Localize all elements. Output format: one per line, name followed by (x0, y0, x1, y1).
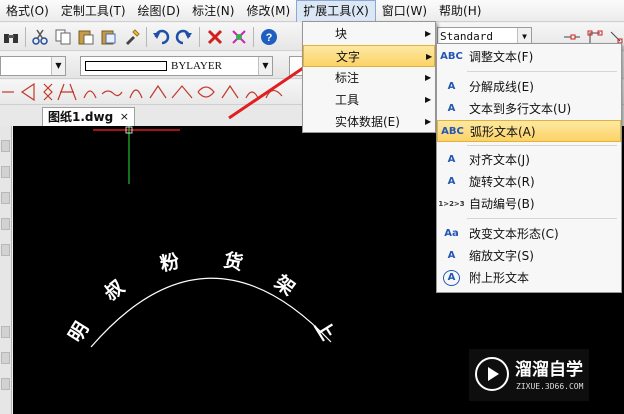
scale-text-icon: A (447, 250, 456, 261)
draw-tool-icons (2, 82, 283, 102)
menu-item-rotate-text[interactable]: A 旋转文本(R) (437, 171, 621, 193)
binoculars-icon[interactable] (1, 27, 21, 47)
svg-text:?: ? (266, 32, 273, 44)
close-icon[interactable]: × (120, 108, 129, 126)
rotate-text-icon: A (447, 176, 456, 187)
chevron-right-icon: ▶ (425, 95, 432, 104)
menu-window[interactable]: 窗口(W) (376, 0, 433, 22)
chevron-right-icon: ▶ (426, 52, 433, 61)
text-arc (90, 277, 332, 348)
help-icon[interactable]: ? (259, 27, 279, 47)
auto-number-icon: 1>2>3 (438, 200, 465, 208)
menu-item-scale-text[interactable]: A 缩放文字(S) (437, 245, 621, 267)
menu-draw[interactable]: 绘图(D) (132, 0, 187, 22)
match-properties-icon[interactable] (122, 27, 142, 47)
erase-icon[interactable] (205, 27, 225, 47)
play-logo-icon (475, 357, 509, 391)
arc-text-icon: ABC (441, 126, 464, 137)
menu-item-tools[interactable]: 工具 ▶ (303, 89, 435, 111)
menu-item-text[interactable]: 文字 ▶ (303, 45, 435, 67)
chevron-down-icon[interactable]: ▼ (51, 57, 65, 75)
watermark-url: ZIXUE.3D66.COM (516, 382, 584, 391)
copy-icon[interactable] (53, 27, 73, 47)
redo-icon[interactable] (174, 27, 194, 47)
chevron-right-icon: ▶ (425, 29, 432, 38)
menu-format[interactable]: 格式(O) (0, 0, 55, 22)
undo-icon[interactable] (151, 27, 171, 47)
text-style-value: Standard (440, 30, 493, 43)
chevron-down-icon[interactable]: ▼ (258, 57, 272, 75)
menu-item-align-text[interactable]: A 对齐文本(J) (437, 149, 621, 171)
menu-dimension[interactable]: 标注(N) (186, 0, 240, 22)
text-explode-icon: A (447, 81, 456, 92)
text-submenu: ABC 调整文本(F) A 分解成线(E) A 文本到多行文本(U) ABC 弧… (436, 43, 622, 293)
menu-extend-tools[interactable]: 扩展工具(X) (296, 0, 376, 22)
mtext-icon: A (447, 103, 456, 114)
purge-icon[interactable] (229, 27, 249, 47)
abc-icon: ABC (440, 51, 463, 62)
menu-item-attach-shape-text[interactable]: A 附上形文本 (437, 267, 621, 289)
cut-icon[interactable] (30, 27, 50, 47)
left-side-panel (0, 126, 12, 414)
menu-item-dimension[interactable]: 标注 ▶ (303, 67, 435, 89)
watermark: 溜溜自学 ZIXUE.3D66.COM (469, 349, 589, 401)
menu-item-block[interactable]: 块 ▶ (303, 23, 435, 45)
paste-special-icon[interactable] (99, 27, 119, 47)
chevron-right-icon: ▶ (425, 73, 432, 82)
menu-custom-tools[interactable]: 定制工具(T) (55, 0, 132, 22)
watermark-title: 溜溜自学 (515, 360, 583, 380)
menu-item-text-to-mtext[interactable]: A 文本到多行文本(U) (437, 98, 621, 120)
menu-item-auto-number[interactable]: 1>2>3 自动编号(B) (437, 193, 621, 215)
tab-drawing[interactable]: 图纸1.dwg × (42, 107, 135, 126)
linetype-combo[interactable]: BYLAYER ▼ (80, 56, 273, 76)
menu-item-adjust-text[interactable]: ABC 调整文本(F) (437, 46, 621, 68)
linetype-value: BYLAYER (171, 60, 222, 72)
menu-item-change-case[interactable]: Aa 改变文本形态(C) (437, 223, 621, 245)
menubar: 格式(O) 定制工具(T) 绘图(D) 标注(N) 修改(M) 扩展工具(X) … (0, 0, 624, 22)
chevron-right-icon: ▶ (425, 117, 432, 126)
menu-item-entity-data[interactable]: 实体数据(E) ▶ (303, 111, 435, 133)
change-case-icon: Aa (444, 228, 459, 239)
menu-item-explode-to-lines[interactable]: A 分解成线(E) (437, 76, 621, 98)
menu-help[interactable]: 帮助(H) (433, 0, 487, 22)
paste-icon[interactable] (76, 27, 96, 47)
align-text-icon: A (447, 154, 456, 165)
menu-modify[interactable]: 修改(M) (240, 0, 296, 22)
extend-tools-menu: 块 ▶ 文字 ▶ 标注 ▶ 工具 ▶ 实体数据(E) ▶ (302, 21, 436, 133)
layer-combo[interactable]: ▼ (0, 56, 66, 76)
linetype-swatch (85, 61, 167, 71)
lineweight-combo[interactable] (289, 56, 303, 76)
enclosed-text-icon: A (443, 270, 460, 286)
menu-item-arc-text[interactable]: ABC 弧形文本(A) (437, 120, 621, 142)
tab-title: 图纸1.dwg (48, 110, 114, 124)
